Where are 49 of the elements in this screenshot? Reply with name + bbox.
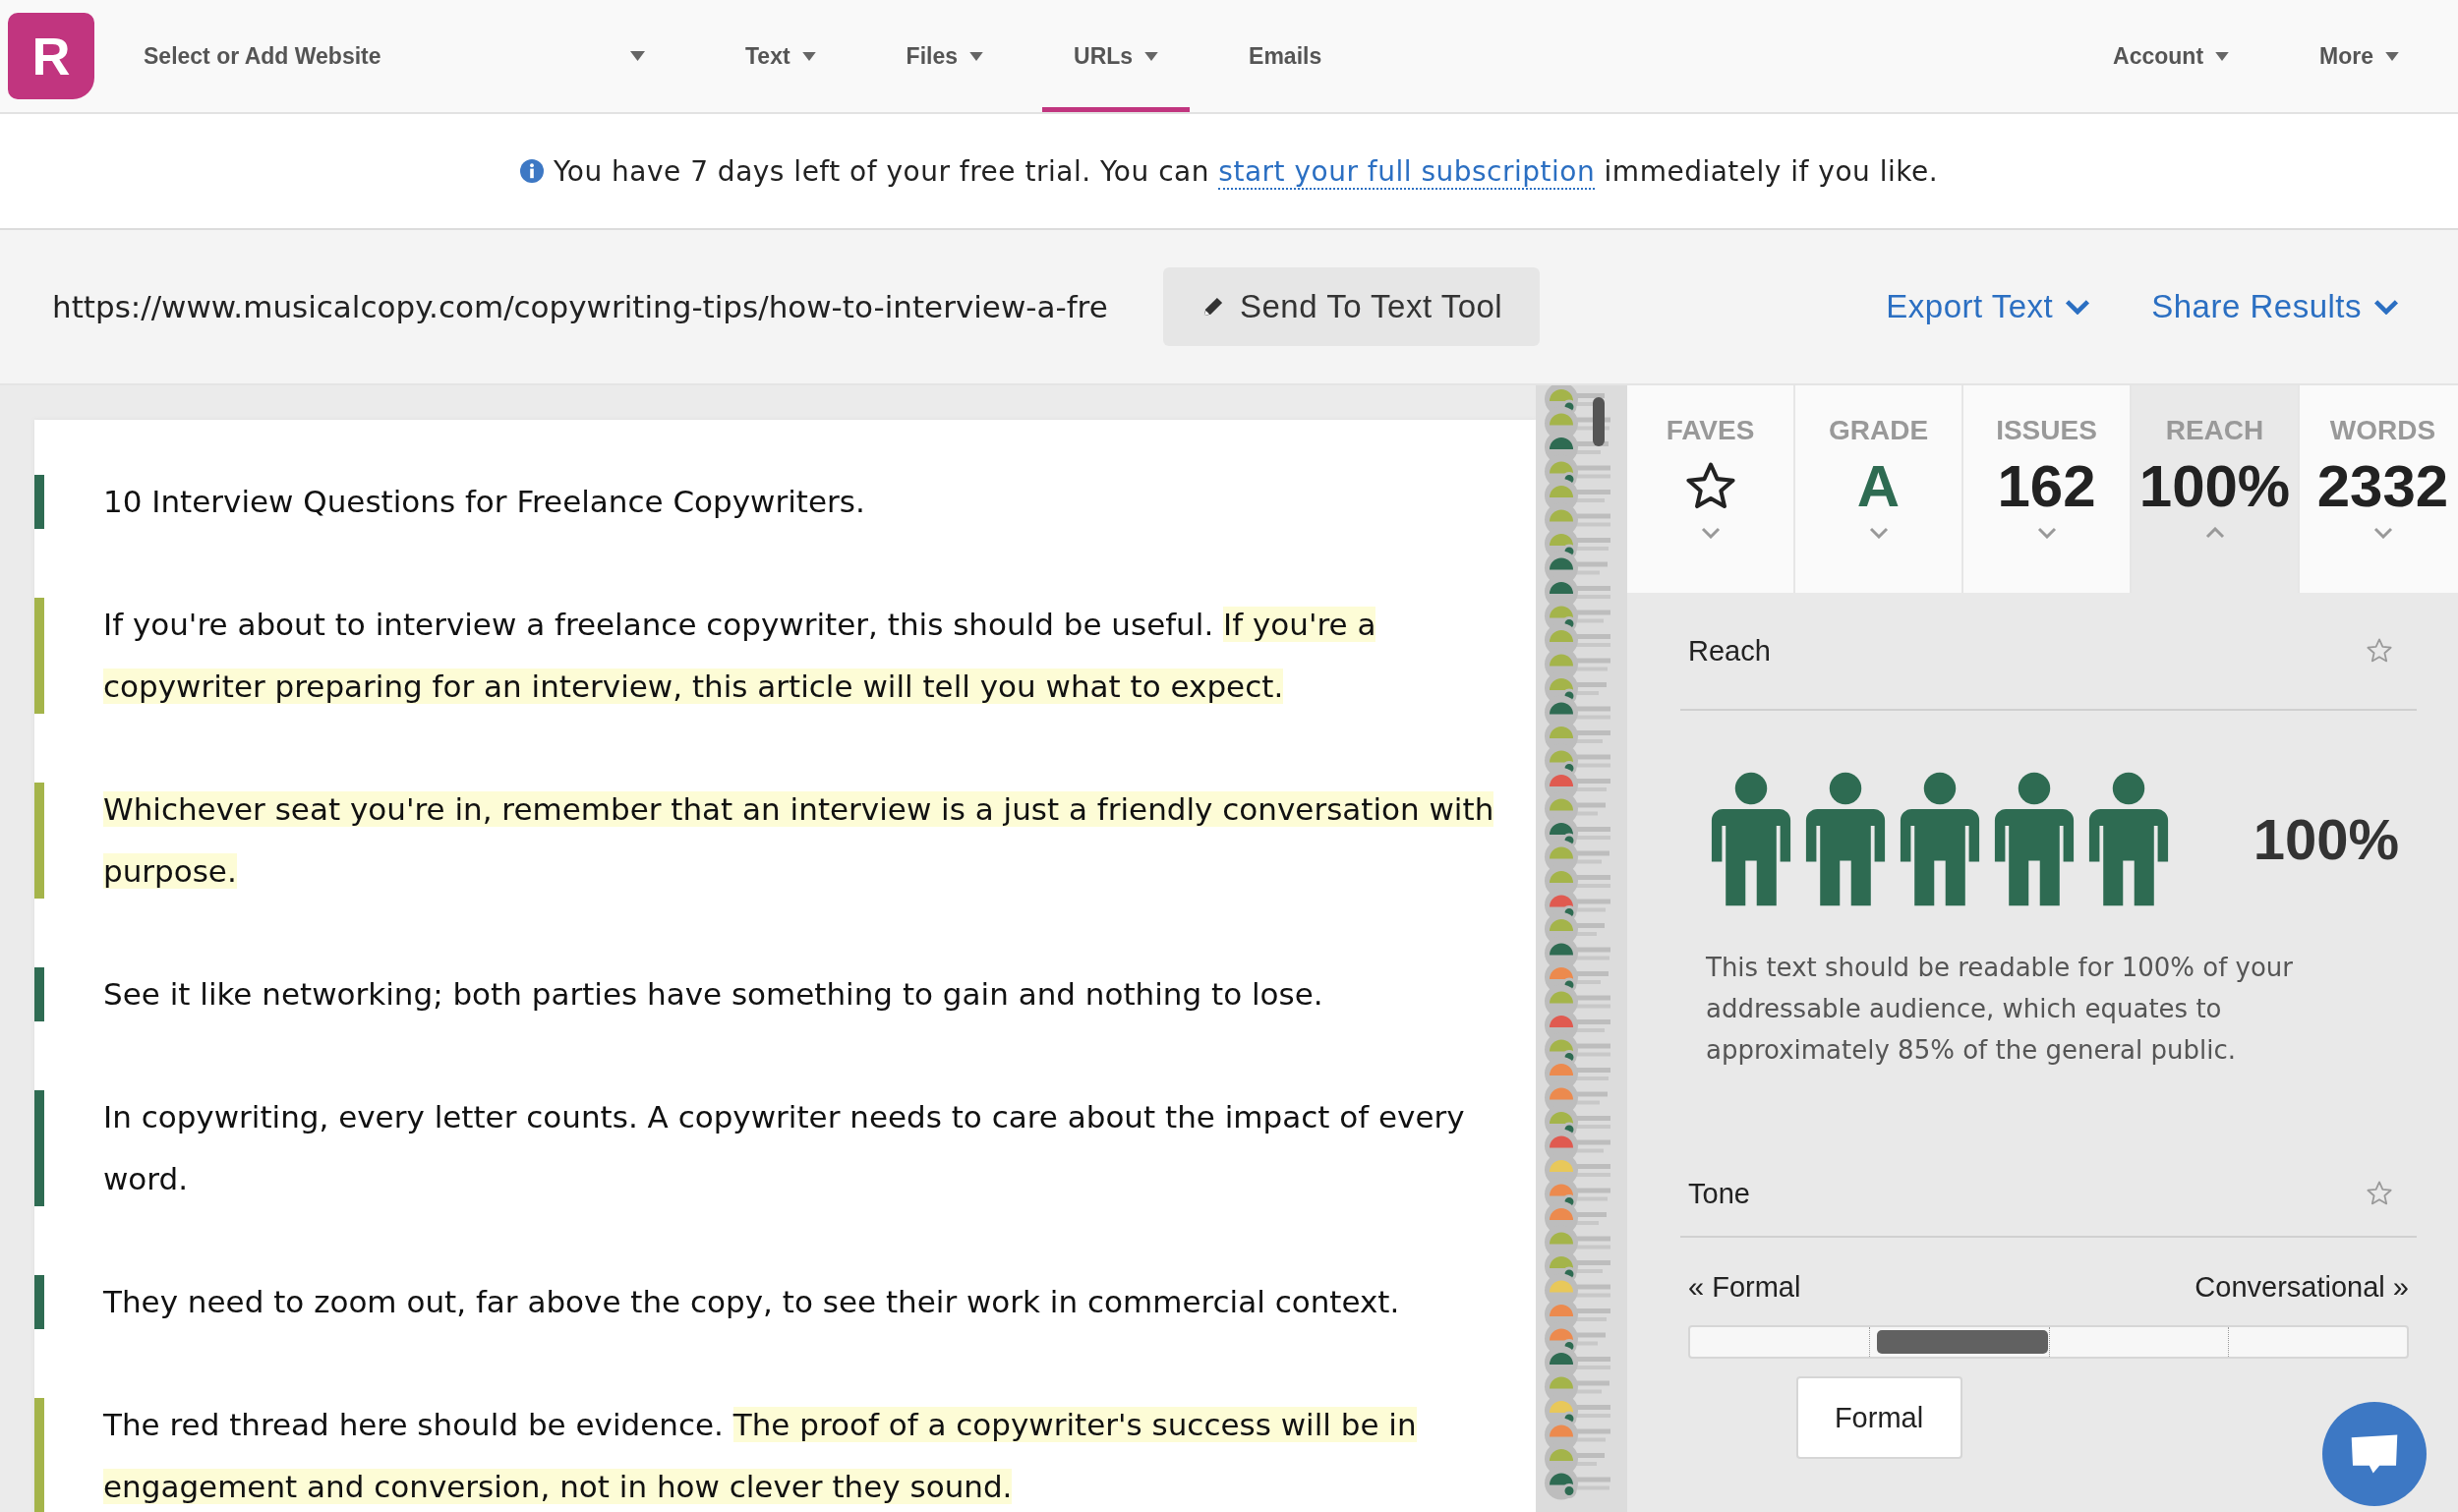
- nav-menu[interactable]: URLs: [1042, 0, 1191, 112]
- nav-menu[interactable]: Text: [714, 0, 848, 112]
- metric-tab[interactable]: GRADE A: [1795, 385, 1963, 593]
- logo[interactable]: R: [8, 13, 94, 99]
- paragraph: In copywriting, every letter counts. A copywriter needs to care about the impact of every word.: [103, 1098, 1466, 1198]
- person-icon: [2087, 770, 2170, 907]
- paragraph: The red thread here should be evidence. The proof of a copywriter's success will be in engagement and conversion, not in how clever they sound.: [103, 1406, 1418, 1506]
- section-title: Reach: [1688, 634, 1771, 668]
- paragraph: 10 Interview Questions for Freelance Copywriters.: [103, 483, 865, 521]
- scale-label: « Formal: [1688, 1271, 1801, 1304]
- chevron-down-icon: [1868, 527, 1889, 539]
- nav-menu[interactable]: Emails: [1217, 0, 1354, 112]
- url-field[interactable]: https://www.musicalcopy.com/copywriting-tips/how-to-interview-a-fre: [52, 289, 1163, 324]
- reach-description: This text should be readable for 100% of your addressable audience, which equates to approximately 85% of the general public.: [1706, 952, 2294, 1067]
- subscription-link[interactable]: start your full subscription: [1218, 154, 1596, 190]
- paragraph: If you're about to interview a freelance copywriter, this should be useful. If you're a copywriter preparing for an interview, this article will tell you what to expect.: [103, 606, 1377, 706]
- chevron-down-icon: [2373, 299, 2399, 315]
- dropdown-link[interactable]: Export Text: [1886, 288, 2091, 325]
- nav-menu[interactable]: Account: [2081, 0, 2261, 112]
- metric-tab[interactable]: WORDS 2332: [2300, 385, 2458, 593]
- chevron-down-icon: [2036, 527, 2057, 539]
- nav-menu[interactable]: More: [2288, 0, 2430, 112]
- caret-icon: [630, 51, 645, 61]
- send-to-text-tool-button[interactable]: Send To Text Tool: [1163, 267, 1541, 346]
- tooltip: Formal: [1795, 1376, 1962, 1459]
- chevron-down-icon: [2372, 527, 2393, 539]
- paragraph: See it like networking; both parties have something to gain and nothing to lose.: [103, 975, 1323, 1014]
- scale-label: Conversational »: [2195, 1271, 2409, 1304]
- metric-tab[interactable]: ISSUES 162: [1963, 385, 2132, 593]
- chevron-up-icon: [2204, 527, 2225, 539]
- person-icon: [1899, 770, 1981, 907]
- info-icon: [519, 159, 544, 183]
- trial-notice: You have 7 days left of your free trial. You can start your full subscription immediately if you like.: [553, 154, 1939, 188]
- chevron-down-icon: [2065, 299, 2091, 315]
- star-icon[interactable]: [2366, 1180, 2393, 1207]
- chevron-down-icon: [1700, 527, 1721, 539]
- person-icon: [1710, 770, 1792, 907]
- nav-menu[interactable]: Files: [874, 0, 1015, 112]
- section-title: Tone: [1688, 1177, 1750, 1210]
- person-icon: [1993, 770, 2076, 907]
- site-select[interactable]: Select or Add Website: [144, 0, 645, 112]
- reach-value: 100%: [2253, 805, 2399, 872]
- chat-icon: [2349, 1432, 2400, 1476]
- slider-thumb[interactable]: [1876, 1330, 2049, 1354]
- paragraph: They need to zoom out, far above the copy, to see their work in commercial context.: [103, 1283, 1400, 1321]
- person-icon: [1804, 770, 1887, 907]
- paragraph: Whichever seat you're in, remember that an interview is a just a friendly conversation with purpose.: [103, 790, 1495, 891]
- star-icon[interactable]: [2366, 637, 2393, 665]
- dropdown-link[interactable]: Share Results: [2151, 288, 2399, 325]
